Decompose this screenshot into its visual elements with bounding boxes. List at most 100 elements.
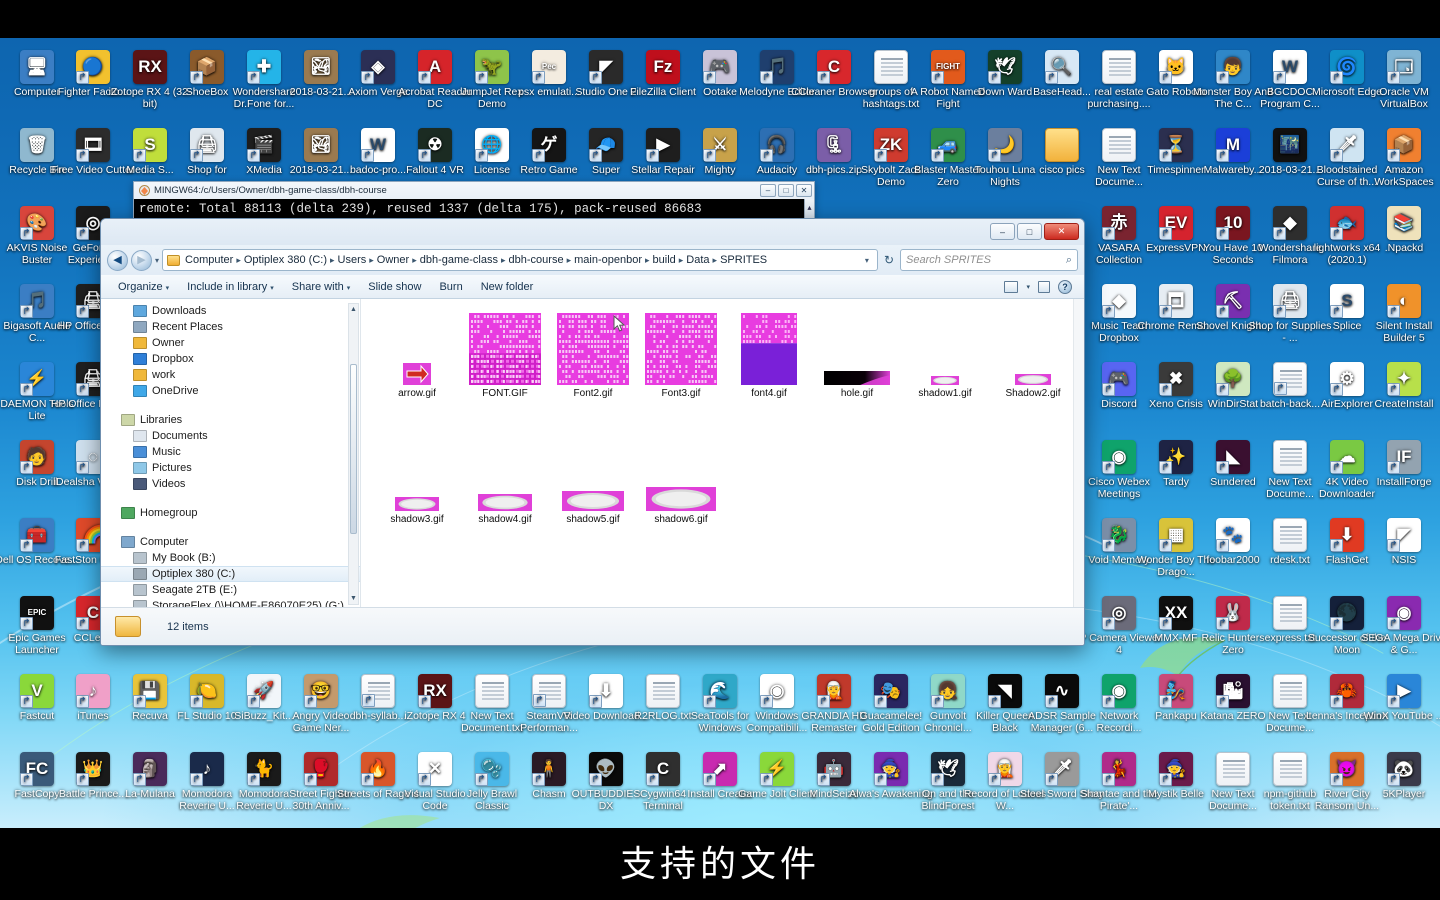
shortcut-overlay-icon: ↱ (1387, 539, 1400, 552)
burn-button[interactable]: Burn (430, 278, 471, 296)
mingw64-scrollbar[interactable]: ▲ (804, 199, 814, 220)
explorer-view-controls[interactable]: ▾ ? (1004, 280, 1076, 294)
search-box[interactable]: Search SPRITES ⌕ (900, 249, 1078, 271)
nav-item[interactable]: Music (101, 444, 360, 460)
file-list-pane[interactable]: arrow.gif FONT.GIF Font2.gif Font3.gif font… (361, 299, 1084, 607)
nav-item[interactable]: Videos (101, 476, 360, 492)
file-item[interactable]: hole.gif (813, 307, 901, 399)
nav-spacer (101, 521, 360, 534)
file-item[interactable]: Shadow2.gif (989, 307, 1077, 399)
shortcut-overlay-icon: ↱ (1274, 382, 1287, 395)
breadcrumb-item[interactable]: Owner (375, 253, 411, 267)
mingw64-terminal-output[interactable]: remote: Total 88113 (delta 239), reused … (134, 199, 814, 220)
breadcrumb-item[interactable]: dbh-course (507, 253, 566, 267)
breadcrumb-item[interactable]: Optiplex 380 (C:) (242, 253, 329, 267)
desktop-icon[interactable]: ◤ ↱ NSIS (1361, 518, 1440, 567)
breadcrumb[interactable]: Computer ▸ Optiplex 380 (C:) ▸ Users ▸ Owner ▸ d… (162, 249, 878, 271)
file-item[interactable]: Font3.gif (637, 307, 725, 399)
explorer-window-controls[interactable]: – □ ✕ (990, 223, 1079, 240)
file-item[interactable]: shadow6.gif (637, 433, 725, 525)
app-icon: 🧢 ↱ (589, 128, 623, 162)
nav-item[interactable]: Documents (101, 428, 360, 444)
navigation-pane-scrollbar[interactable]: ▲ ▼ (348, 303, 359, 605)
view-chevron-down-icon[interactable]: ▾ (1026, 283, 1030, 291)
desktop-icon[interactable]: IF ↱ InstallForge (1361, 440, 1440, 489)
file-item[interactable]: arrow.gif (373, 307, 461, 399)
explorer-command-bar[interactable]: Organize ▾ Include in library ▾ Share with… (101, 275, 1084, 299)
mingw64-minimize-button[interactable]: – (760, 184, 776, 197)
nav-item[interactable]: Computer (101, 534, 360, 550)
navigation-pane[interactable]: Downloads Recent Places Owner Dropbox work On… (101, 299, 361, 607)
search-input[interactable]: Search SPRITES (906, 254, 991, 266)
slide-show-button[interactable]: Slide show (359, 278, 430, 296)
explorer-maximize-button[interactable]: □ (1017, 223, 1042, 240)
desktop-icon[interactable]: ✦ ↱ CreateInstall (1361, 362, 1440, 411)
desktop-icon[interactable]: 📦 ↱ Amazon WorkSpaces (1361, 128, 1440, 188)
explorer-address-bar[interactable]: ◀ ▶ ▾ Computer ▸ Optiplex 380 (C:) ▸ Users ▸ O… (101, 245, 1084, 275)
organize-menu[interactable]: Organize ▾ (109, 278, 178, 296)
desktop-icon[interactable]: 🗔 ↱ Oracle VM VirtualBox (1361, 50, 1440, 110)
breadcrumb-item[interactable]: SPRITES (718, 253, 769, 267)
file-item[interactable]: shadow3.gif (373, 433, 461, 525)
mingw64-window-controls[interactable]: – □ ✕ (760, 184, 812, 197)
preview-pane-icon[interactable] (1038, 281, 1050, 293)
windows-explorer-window[interactable]: – □ ✕ ◀ ▶ ▾ Computer ▸ Optiplex 380 (C:) ▸ U… (100, 218, 1085, 646)
nav-item[interactable]: Optiplex 380 (C:) (101, 566, 360, 582)
nav-item[interactable]: Libraries (101, 412, 360, 428)
document-icon (1273, 596, 1307, 630)
nav-item[interactable]: Recent Places (101, 319, 360, 335)
mingw64-maximize-button[interactable]: □ (778, 184, 794, 197)
nav-item[interactable]: Seagate 2TB (E:) (101, 582, 360, 598)
nav-item[interactable]: Owner (101, 335, 360, 351)
scrollbar-thumb[interactable] (350, 364, 357, 534)
shortcut-overlay-icon: ↱ (1102, 227, 1115, 240)
app-icon: 🔥 ↱ (361, 752, 395, 786)
refresh-button[interactable]: ↻ (881, 253, 897, 267)
file-pane-scrollbar[interactable] (1073, 299, 1084, 607)
file-item[interactable]: shadow5.gif (549, 433, 637, 525)
nav-item[interactable]: Dropbox (101, 351, 360, 367)
file-item[interactable]: FONT.GIF (461, 307, 549, 399)
nav-item[interactable]: StorageFlex (\\HOME-E86070E25) (G:) (101, 598, 360, 607)
nav-item[interactable]: work (101, 367, 360, 383)
desktop-icon[interactable]: 📚 .Npackd (1361, 206, 1440, 255)
change-view-icon[interactable] (1004, 281, 1018, 293)
explorer-close-button[interactable]: ✕ (1044, 223, 1079, 240)
breadcrumb-item[interactable]: build (651, 253, 678, 267)
chevron-down-icon: ▾ (270, 285, 274, 292)
breadcrumb-dropdown-icon[interactable]: ▾ (861, 256, 873, 265)
breadcrumb-item[interactable]: dbh-game-class (418, 253, 500, 267)
nav-item[interactable]: Pictures (101, 460, 360, 476)
breadcrumb-item[interactable]: Users (336, 253, 369, 267)
mingw64-close-button[interactable]: ✕ (796, 184, 812, 197)
help-icon[interactable]: ? (1058, 280, 1072, 294)
nav-item[interactable]: OneDrive (101, 383, 360, 399)
back-button[interactable]: ◀ (107, 250, 128, 271)
include-in-library-menu[interactable]: Include in library ▾ (178, 278, 283, 296)
scroll-down-arrow[interactable]: ▼ (349, 593, 358, 604)
app-icon: ◐ ↱ (1387, 284, 1421, 318)
share-with-menu[interactable]: Share with ▾ (283, 278, 360, 296)
nav-item[interactable]: Homegroup (101, 505, 360, 521)
history-dropdown-icon[interactable]: ▾ (155, 256, 159, 265)
new-folder-button[interactable]: New folder (472, 278, 543, 296)
explorer-title-bar[interactable]: – □ ✕ (101, 219, 1084, 245)
nav-item[interactable]: Downloads (101, 303, 360, 319)
breadcrumb-item[interactable]: main-openbor (572, 253, 644, 267)
desktop-icon[interactable]: ◉ ↱ SEGA Mega Drive & G... (1361, 596, 1440, 656)
file-item[interactable]: font4.gif (725, 307, 813, 399)
nav-item[interactable]: My Book (B:) (101, 550, 360, 566)
app-icon: ♪ ↱ (190, 752, 224, 786)
desktop-icon[interactable]: ◐ ↱ Silent Install Builder 5 (1361, 284, 1440, 344)
desktop-icon[interactable]: ▶ ↱ WinX YouTube ... (1361, 674, 1440, 723)
file-item[interactable]: shadow4.gif (461, 433, 549, 525)
file-item[interactable]: shadow1.gif (901, 307, 989, 399)
breadcrumb-item[interactable]: Data (684, 253, 711, 267)
breadcrumb-item[interactable]: Computer (183, 253, 235, 267)
mingw64-window[interactable]: MINGW64:/c/Users/Owner/dbh-game-class/db… (133, 181, 815, 220)
desktop-icon[interactable]: 🐼 ↱ 5KPlayer (1361, 752, 1440, 801)
mingw64-title-bar[interactable]: MINGW64:/c/Users/Owner/dbh-game-class/db… (134, 182, 814, 199)
forward-button[interactable]: ▶ (131, 250, 152, 271)
explorer-minimize-button[interactable]: – (990, 223, 1015, 240)
scroll-up-arrow[interactable]: ▲ (349, 304, 358, 315)
